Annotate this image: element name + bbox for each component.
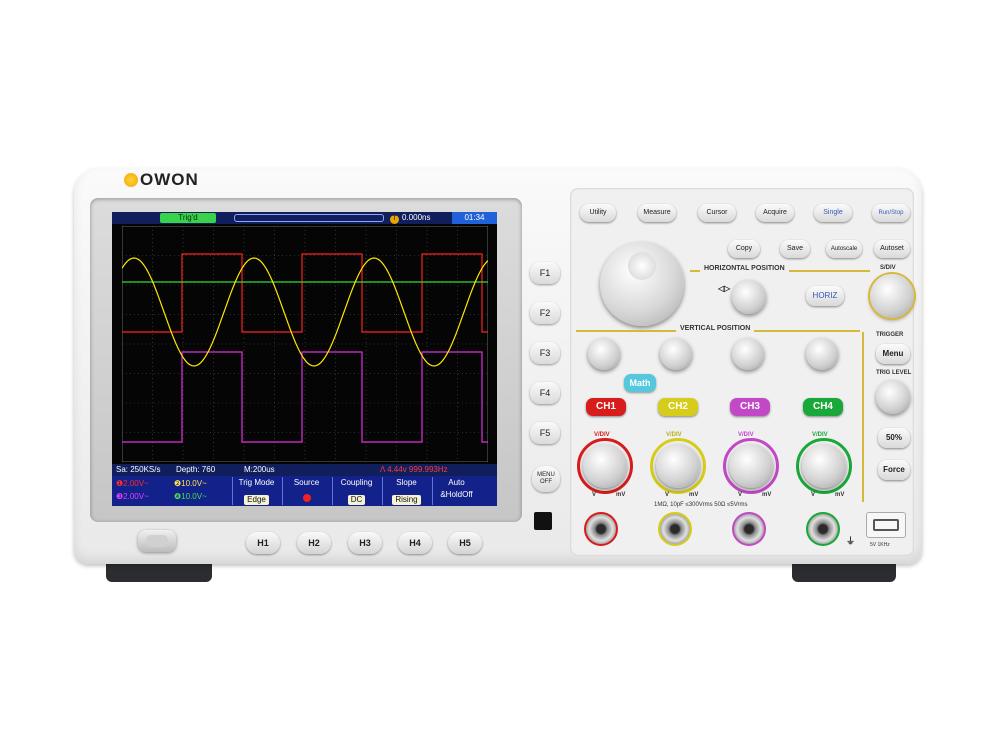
waveform-plot (122, 226, 488, 462)
timebase: M:200us (244, 465, 275, 474)
trigger-position-readout: T 0.000ns (390, 213, 430, 224)
h1-button[interactable]: H1 (246, 532, 280, 554)
f4-button[interactable]: F4 (530, 382, 560, 404)
clock: 01:34 (452, 212, 497, 224)
trigger-time-icon: T (390, 215, 399, 224)
ch1-mv-label: mV (616, 492, 626, 498)
h2-button[interactable]: H2 (297, 532, 331, 554)
ch3-input-connector[interactable] (734, 514, 764, 544)
ch2-input-connector[interactable] (660, 514, 690, 544)
brand-logo: OWON (124, 170, 199, 190)
measure-button[interactable]: Measure (638, 204, 676, 222)
horizontal-position-knob[interactable] (732, 280, 766, 314)
utility-button[interactable]: Utility (580, 204, 616, 222)
acquire-button[interactable]: Acquire (756, 204, 794, 222)
memory-position-bar (234, 214, 384, 222)
source-ch1-icon (302, 494, 311, 502)
h3-button[interactable]: H3 (348, 532, 382, 554)
h4-button[interactable]: H4 (398, 532, 432, 554)
save-button[interactable]: Save (780, 240, 810, 258)
ch2-v-label: V (665, 492, 670, 498)
f3-button[interactable]: F3 (530, 342, 560, 364)
force-button[interactable]: Force (878, 460, 910, 480)
logo-mark-icon (124, 173, 138, 187)
sample-rate: Sa: 250KS/s (116, 465, 161, 474)
menu-off-button[interactable]: MENU OFF (532, 466, 560, 492)
knob-dimple-icon (628, 252, 656, 280)
trig-level-knob[interactable] (876, 380, 910, 414)
ch2-mv-label: mV (689, 492, 699, 498)
ch2-readout: ❷10.0V~ (174, 479, 207, 488)
vertical-position-label: VERTICAL POSITION (676, 325, 755, 332)
power-button[interactable] (138, 530, 176, 552)
light-sensor (534, 512, 552, 530)
ch3-v-label: V (738, 492, 743, 498)
status-bar: Trig'd T 0.000ns 01:34 (112, 212, 497, 224)
fifty-percent-button[interactable]: 50% (878, 428, 910, 448)
horizontal-position-icon: ◁▷ (718, 284, 731, 293)
trigger-divider (862, 332, 864, 502)
input-spec-label: 1MΩ, 10pF ≤300Vrms 50Ω ≤5Vrms (654, 502, 748, 508)
f5-button[interactable]: F5 (530, 422, 560, 444)
f1-button[interactable]: F1 (530, 262, 560, 284)
cursor-button[interactable]: Cursor (698, 204, 736, 222)
trigger-readout: Λ 4.44v 999.993Hz (380, 465, 448, 474)
horizontal-position-label: HORIZONTAL POSITION (700, 265, 789, 272)
ch1-button[interactable]: CH1 (586, 398, 626, 416)
ch4-vdiv-knob[interactable] (802, 444, 846, 488)
menu-source[interactable]: Source (282, 477, 330, 505)
trigger-label: TRIGGER (876, 332, 904, 338)
copy-button[interactable]: Copy (728, 240, 760, 258)
ch2-position-knob[interactable] (660, 338, 692, 370)
multipurpose-knob[interactable] (600, 242, 684, 326)
probe-comp-label: 5V 1KHz (870, 542, 890, 548)
lcd-screen: Trig'd T 0.000ns 01:34 Sa: 250KS/s Depth:… (112, 212, 497, 506)
ch4-v-label: V (811, 492, 816, 498)
trig-level-label: TRIG LEVEL (876, 370, 912, 376)
ch3-position-knob[interactable] (732, 338, 764, 370)
info-bar: Sa: 250KS/s Depth: 760 M:200us Λ 4.44v 9… (112, 464, 497, 476)
ch3-mv-label: mV (762, 492, 772, 498)
math-button[interactable]: Math (624, 374, 656, 392)
horiz-button[interactable]: HORIZ (806, 286, 844, 306)
single-button[interactable]: Single (814, 204, 852, 222)
s-div-knob[interactable] (870, 274, 914, 318)
record-depth: Depth: 760 (176, 465, 216, 474)
menu-coupling[interactable]: Coupling DC (332, 477, 380, 505)
ch3-button[interactable]: CH3 (730, 398, 770, 416)
ch3-readout: ❸2.00V~ (116, 492, 149, 501)
ch4-readout: ❹10.0V~ (174, 492, 207, 501)
softkey-menu: ❶2.00V~ ❷10.0V~ ❸2.00V~ ❹10.0V~ Trig Mod… (112, 476, 497, 506)
ch4-position-knob[interactable] (806, 338, 838, 370)
power-icon (146, 535, 168, 547)
s-div-label: S/DIV (880, 265, 896, 271)
autoset-button[interactable]: Autoset (874, 240, 910, 258)
ch2-vdiv-knob[interactable] (656, 444, 700, 488)
ch3-vdiv-knob[interactable] (729, 444, 773, 488)
ch2-button[interactable]: CH2 (658, 398, 698, 416)
ch4-mv-label: mV (835, 492, 845, 498)
h5-button[interactable]: H5 (448, 532, 482, 554)
menu-holdoff[interactable]: Auto &HoldOff (432, 477, 480, 505)
usb-port-icon (873, 519, 899, 531)
trigger-menu-button[interactable]: Menu (876, 344, 910, 364)
f2-button[interactable]: F2 (530, 302, 560, 324)
autoscale-button[interactable]: Autoscale (826, 240, 862, 258)
ch1-vdiv-knob[interactable] (583, 444, 627, 488)
ch1-position-knob[interactable] (588, 338, 620, 370)
menu-trig-mode[interactable]: Trig Mode Edge (232, 477, 280, 505)
ground-icon: ⏚ (846, 536, 856, 546)
trigger-status: Trig'd (160, 213, 216, 223)
waveform-display (122, 226, 488, 462)
run-stop-button[interactable]: Run/Stop (872, 204, 910, 222)
ch4-input-connector[interactable] (808, 514, 838, 544)
ch4-button[interactable]: CH4 (803, 398, 843, 416)
probe-compensation-port[interactable] (866, 512, 906, 538)
ch1-readout: ❶2.00V~ (116, 479, 149, 488)
ch1-input-connector[interactable] (586, 514, 616, 544)
ch1-v-label: V (592, 492, 597, 498)
menu-slope[interactable]: Slope Rising (382, 477, 430, 505)
